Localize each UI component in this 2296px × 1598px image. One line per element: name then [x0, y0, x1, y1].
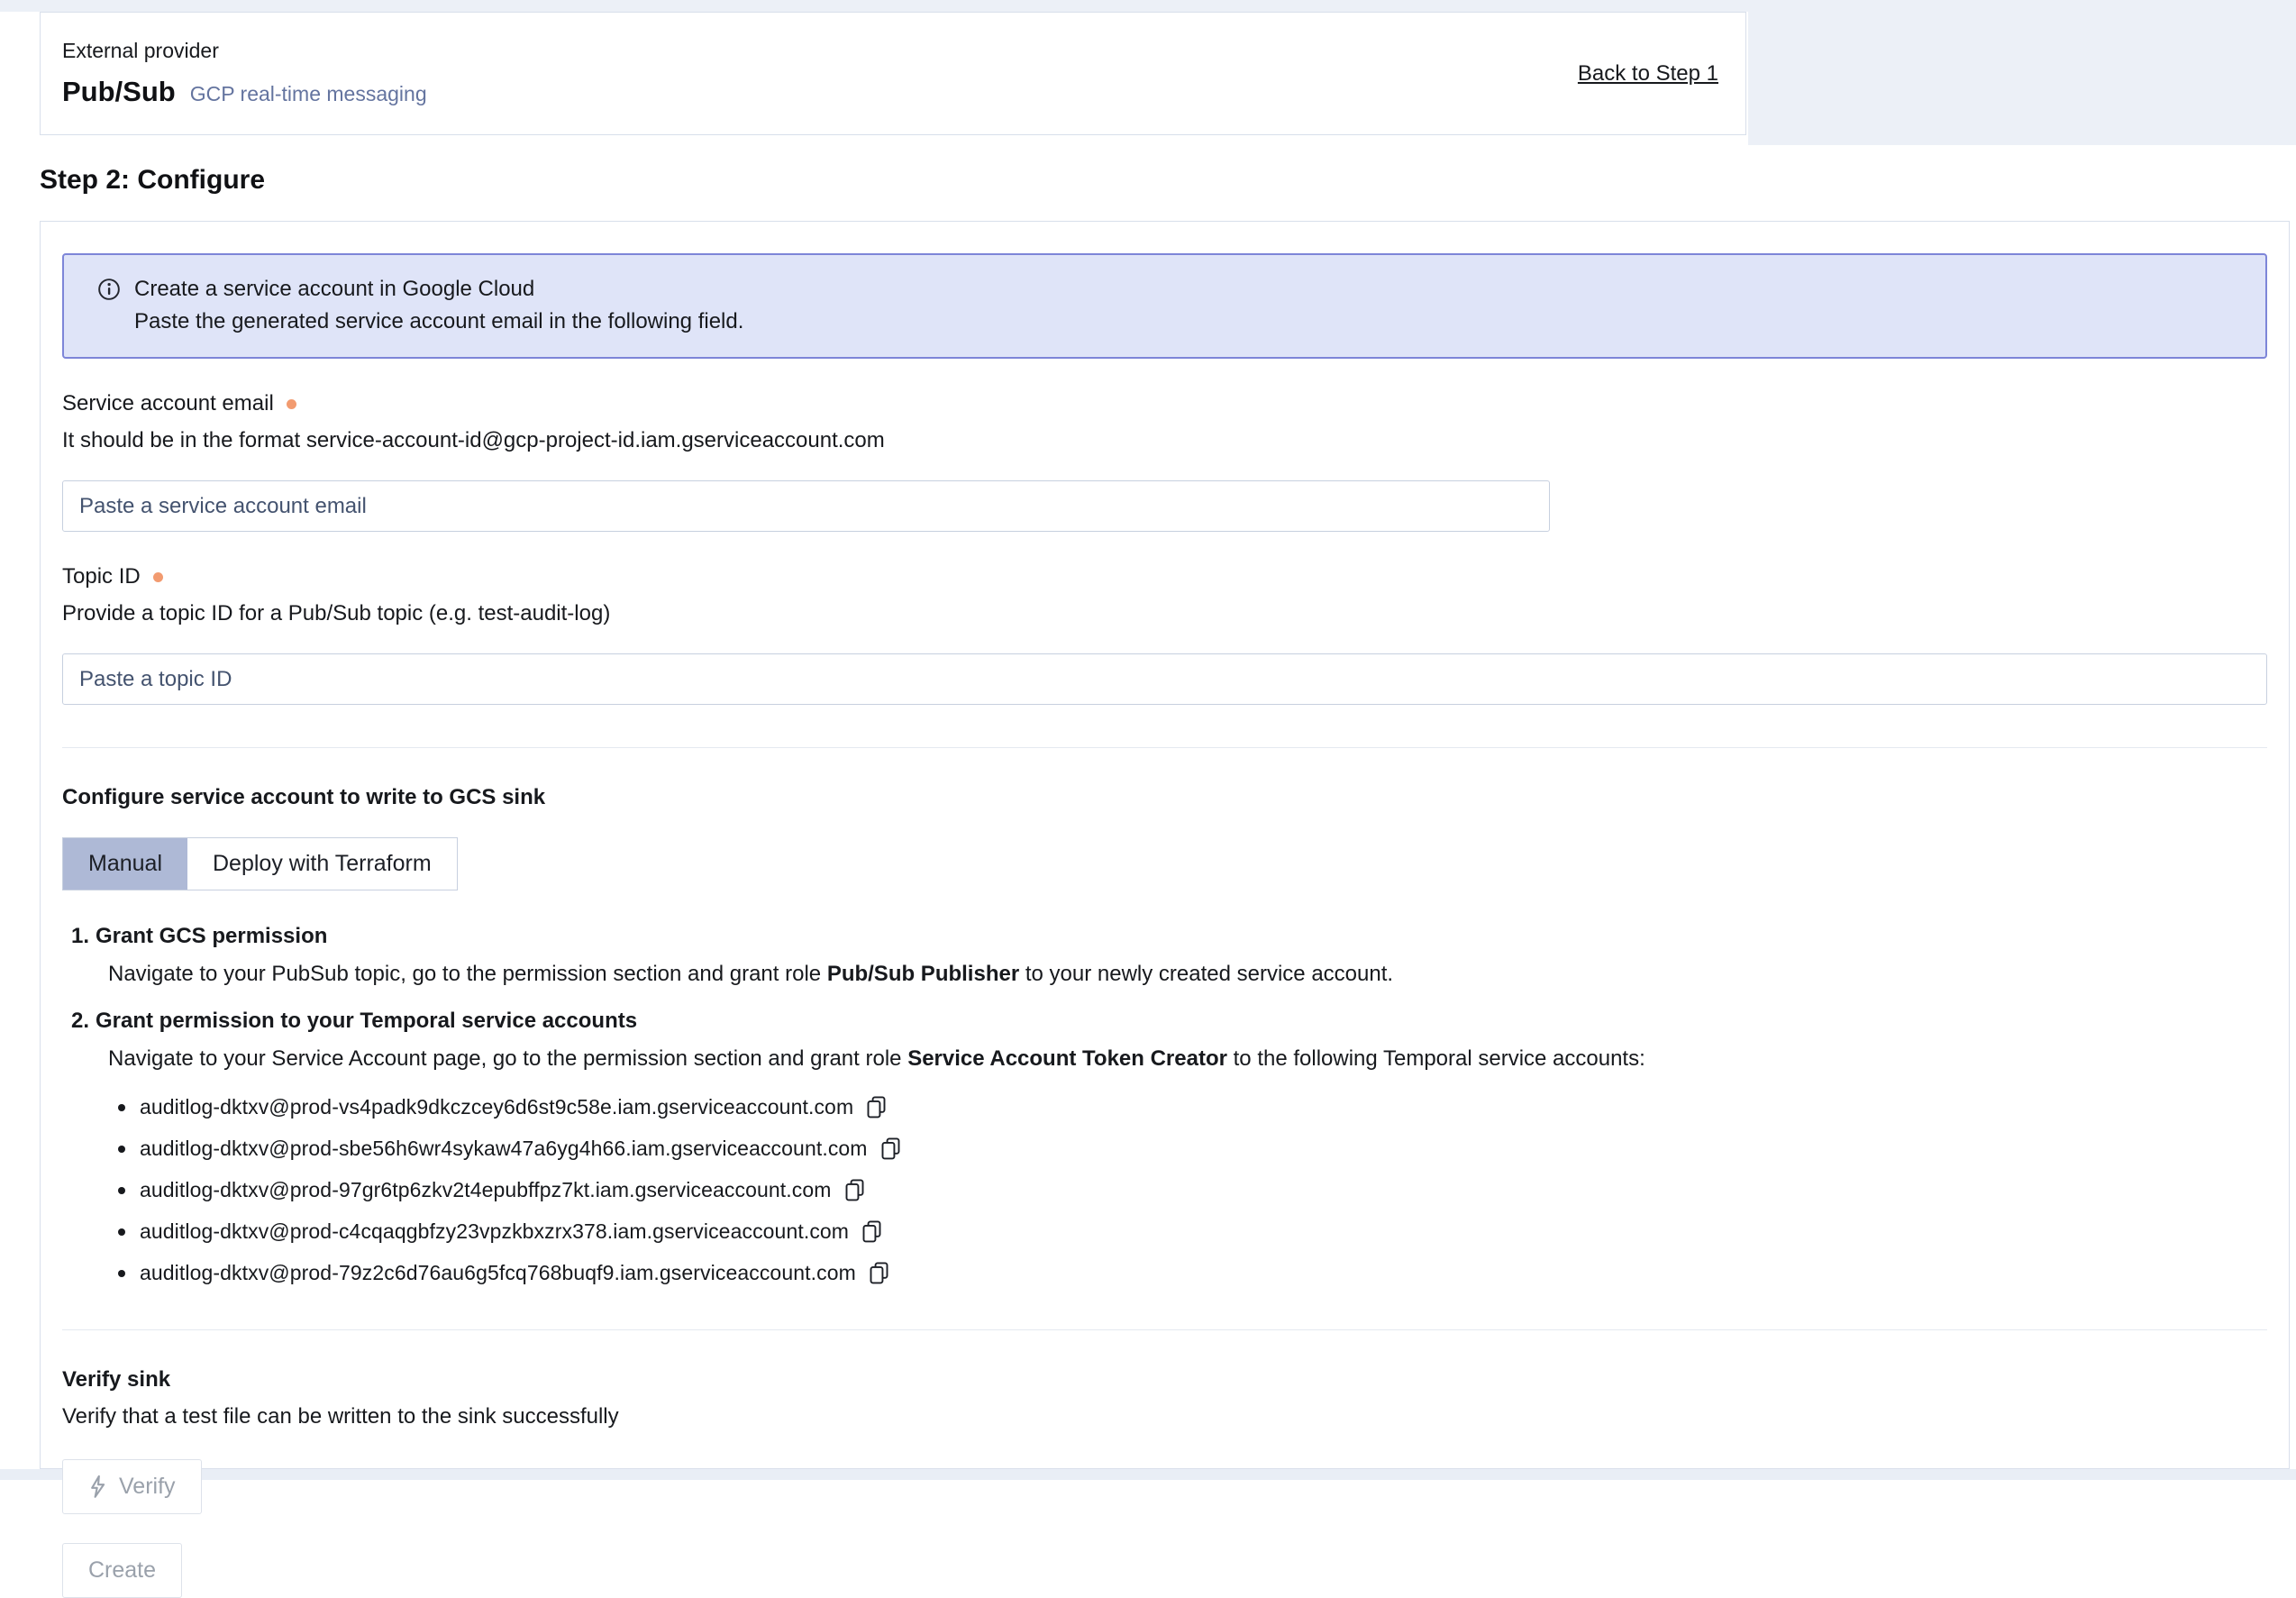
required-indicator: [153, 572, 163, 582]
list-item: auditlog-dktxv@prod-97gr6tp6zkv2t4epubff…: [118, 1176, 2267, 1204]
config-method-tabs: Manual Deploy with Terraform: [62, 837, 458, 890]
copy-icon[interactable]: [867, 1259, 891, 1287]
verify-sink-description: Verify that a test file can be written t…: [62, 1404, 2267, 1429]
service-account-email-input[interactable]: [62, 480, 1550, 532]
section-divider: [62, 1329, 2267, 1330]
provider-meta: External provider Pub/Sub GCP real-time …: [62, 39, 427, 108]
verify-button-label: Verify: [119, 1474, 176, 1500]
external-provider-label: External provider: [62, 39, 427, 63]
step-body: Navigate to your Service Account page, g…: [108, 1046, 2267, 1072]
topic-id-input[interactable]: [62, 653, 2267, 705]
role-name: Pub/Sub Publisher: [827, 962, 1019, 986]
create-button[interactable]: Create: [62, 1543, 182, 1598]
info-banner: Create a service account in Google Cloud…: [62, 253, 2267, 359]
info-icon: [97, 278, 121, 301]
step-title: Grant permission to your Temporal servic…: [96, 1009, 637, 1034]
tab-deploy-with-terraform[interactable]: Deploy with Terraform: [187, 838, 457, 890]
step-grant-temporal-permission: 2. Grant permission to your Temporal ser…: [62, 1009, 2267, 1287]
service-account-email: auditlog-dktxv@prod-vs4padk9dkczcey6d6st…: [140, 1095, 853, 1119]
page-background-tint-right: [1748, 0, 2296, 145]
step-body: Navigate to your PubSub topic, go to the…: [108, 962, 2267, 987]
create-button-label: Create: [88, 1557, 156, 1584]
configure-card: Create a service account in Google Cloud…: [40, 221, 2290, 1469]
lightning-icon: [88, 1475, 107, 1499]
list-item: auditlog-dktxv@prod-vs4padk9dkczcey6d6st…: [118, 1093, 2267, 1121]
info-banner-title: Create a service account in Google Cloud: [134, 277, 534, 302]
service-account-email: auditlog-dktxv@prod-sbe56h6wr4sykaw47a6y…: [140, 1137, 868, 1161]
service-account-email: auditlog-dktxv@prod-c4cqaqgbfzy23vpzkbxz…: [140, 1219, 849, 1244]
step-grant-gcs-permission: 1. Grant GCS permission Navigate to your…: [62, 924, 2267, 987]
verify-button[interactable]: Verify: [62, 1459, 202, 1514]
section-divider: [62, 747, 2267, 748]
verify-sink-title: Verify sink: [62, 1367, 2267, 1393]
list-item: auditlog-dktxv@prod-c4cqaqgbfzy23vpzkbxz…: [118, 1218, 2267, 1246]
bullet-icon: [118, 1228, 125, 1236]
provider-name: Pub/Sub: [62, 76, 176, 108]
external-provider-card: External provider Pub/Sub GCP real-time …: [40, 12, 1746, 135]
service-account-email-helper: It should be in the format service-accou…: [62, 428, 2267, 453]
manual-steps: 1. Grant GCS permission Navigate to your…: [62, 924, 2267, 1287]
role-name: Service Account Token Creator: [907, 1046, 1227, 1071]
required-indicator: [287, 399, 296, 409]
copy-icon[interactable]: [879, 1135, 903, 1163]
service-account-email: auditlog-dktxv@prod-97gr6tp6zkv2t4epubff…: [140, 1178, 832, 1202]
page-title: Step 2: Configure: [40, 165, 265, 196]
info-banner-body: Paste the generated service account emai…: [134, 309, 2244, 334]
step-number: 1.: [62, 924, 89, 949]
step-number: 2.: [62, 1009, 89, 1034]
copy-icon[interactable]: [864, 1093, 888, 1121]
bullet-icon: [118, 1104, 125, 1111]
tab-manual[interactable]: Manual: [63, 838, 187, 890]
temporal-service-account-list: auditlog-dktxv@prod-vs4padk9dkczcey6d6st…: [118, 1093, 2267, 1287]
service-account-email-label: Service account email: [62, 391, 274, 416]
bullet-icon: [118, 1146, 125, 1153]
bullet-icon: [118, 1270, 125, 1277]
copy-icon[interactable]: [843, 1176, 867, 1204]
copy-icon[interactable]: [860, 1218, 884, 1246]
list-item: auditlog-dktxv@prod-sbe56h6wr4sykaw47a6y…: [118, 1135, 2267, 1163]
provider-subtitle: GCP real-time messaging: [190, 82, 427, 106]
step-title: Grant GCS permission: [96, 924, 327, 949]
topic-id-label: Topic ID: [62, 564, 141, 589]
list-item: auditlog-dktxv@prod-79z2c6d76au6g5fcq768…: [118, 1259, 2267, 1287]
back-to-step-1-link[interactable]: Back to Step 1: [1578, 61, 1718, 87]
bullet-icon: [118, 1187, 125, 1194]
service-account-email: auditlog-dktxv@prod-79z2c6d76au6g5fcq768…: [140, 1261, 856, 1285]
topic-id-helper: Provide a topic ID for a Pub/Sub topic (…: [62, 601, 2267, 626]
configure-section-title: Configure service account to write to GC…: [62, 785, 2267, 810]
